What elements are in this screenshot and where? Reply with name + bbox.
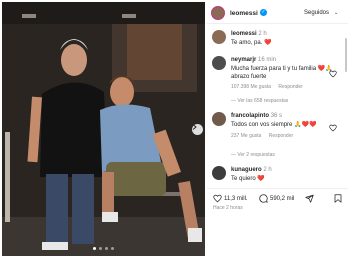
author-username[interactable]: leomessi xyxy=(230,10,258,17)
comment-meta: 107.398 Me gusta Responder xyxy=(231,84,303,90)
comment-text: Te amo, pa. ❤️ xyxy=(231,40,272,46)
avatar[interactable] xyxy=(212,30,226,44)
like-button[interactable]: 11,3 mill. xyxy=(213,194,248,203)
comment-item: leomessi 2 h Te amo, pa. ❤️ xyxy=(207,30,343,52)
chevron-right-icon xyxy=(192,124,197,130)
comment-time: 36 s xyxy=(270,113,283,119)
comment-icon xyxy=(259,194,268,203)
comment-text: Te quiero ❤️ xyxy=(231,176,265,182)
carousel-indicator xyxy=(2,247,205,250)
heart-icon xyxy=(213,194,222,203)
comment-item: francolapinto 36 s Todos con vos siempre… xyxy=(207,112,343,164)
post-side-panel: leomessi ✓ Seguidos ⌄ leomessi 2 h Te am… xyxy=(207,2,348,256)
reply-button[interactable]: Responder xyxy=(278,84,302,90)
avatar[interactable] xyxy=(212,112,226,126)
comment-header: neymarjr 16 min xyxy=(231,57,276,65)
post-date: Hace 2 horas xyxy=(213,205,243,211)
view-replies-link[interactable]: — Ver 2 respuestas xyxy=(231,152,275,158)
heart-icon[interactable] xyxy=(329,70,337,78)
likes-count: 11,3 mill. xyxy=(224,195,248,202)
carousel-dot xyxy=(99,247,102,250)
comment-header: francolapinto 36 s xyxy=(231,113,282,121)
comment-time: 16 min xyxy=(258,57,277,63)
heart-icon[interactable] xyxy=(329,124,337,132)
carousel-dot xyxy=(105,247,108,250)
comment-header: leomessi 2 h xyxy=(231,31,267,39)
view-replies-link[interactable]: — Ver las 658 respuestas xyxy=(231,98,288,104)
comments-count: 590,2 mil xyxy=(270,195,295,202)
comment-likes[interactable]: 237 Me gusta xyxy=(231,133,261,139)
instagram-post-viewer: leomessi ✓ Seguidos ⌄ leomessi 2 h Te am… xyxy=(0,0,350,258)
comment-item: neymarjr 16 min Mucha fuerza para ti y t… xyxy=(207,56,343,108)
post-actions-bar: 11,3 mill. 590,2 mil xyxy=(207,188,348,206)
username-text: leomessi xyxy=(230,10,258,17)
avatar[interactable] xyxy=(212,166,226,180)
chevron-down-icon[interactable]: ⌄ xyxy=(334,10,338,16)
comment-button[interactable]: 590,2 mil xyxy=(259,194,294,203)
comment-likes[interactable]: 107.398 Me gusta xyxy=(231,84,271,90)
comments-list: leomessi 2 h Te amo, pa. ❤️ neymarjr 16 … xyxy=(207,25,348,188)
comment-time: 2 h xyxy=(258,31,267,37)
comment-item: kunaguero 2 h Te quiero ❤️ xyxy=(207,166,343,188)
carousel-dot xyxy=(93,247,96,250)
bookmark-icon xyxy=(334,194,342,203)
comment-text: Todos con vos siempre 🙏❤️❤️ xyxy=(231,122,317,128)
photo-illustration xyxy=(2,2,205,256)
verified-icon: ✓ xyxy=(260,9,267,16)
post-header: leomessi ✓ Seguidos ⌄ xyxy=(207,2,348,24)
avatar[interactable] xyxy=(212,56,226,70)
carousel-dot xyxy=(111,247,114,250)
view-replies-text: Ver 2 respuestas xyxy=(237,152,275,158)
save-button[interactable] xyxy=(334,194,342,203)
share-icon xyxy=(305,194,314,203)
share-button[interactable] xyxy=(305,194,314,203)
comments-scrollbar[interactable] xyxy=(345,38,347,72)
comment-username[interactable]: kunaguero xyxy=(231,167,262,173)
comment-username[interactable]: neymarjr xyxy=(231,57,256,63)
view-replies-text: Ver las 658 respuestas xyxy=(237,98,289,104)
comment-username[interactable]: francolapinto xyxy=(231,113,269,119)
comment-text: Mucha fuerza para ti y tu familia ❤️🙏 ab… xyxy=(231,66,333,80)
comment-username[interactable]: leomessi xyxy=(231,31,257,37)
avatar[interactable] xyxy=(211,6,225,20)
following-button[interactable]: Seguidos xyxy=(304,10,329,16)
comment-time: 2 h xyxy=(263,167,272,173)
next-photo-button[interactable] xyxy=(192,124,203,135)
post-photo[interactable] xyxy=(2,2,205,256)
reply-button[interactable]: Responder xyxy=(269,133,293,139)
comment-meta: 237 Me gusta Responder xyxy=(231,133,293,139)
comment-header: kunaguero 2 h xyxy=(231,167,272,175)
